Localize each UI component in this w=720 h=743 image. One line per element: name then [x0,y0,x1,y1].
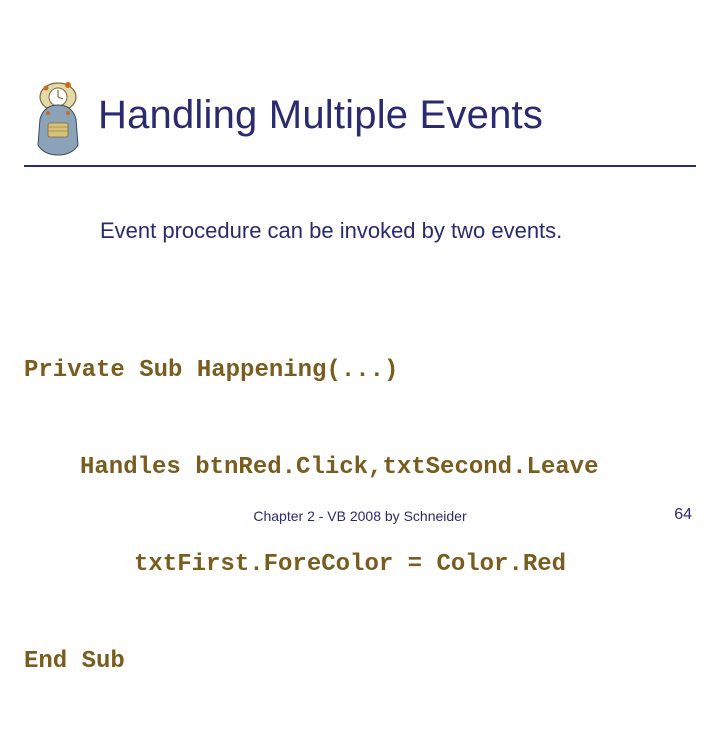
footer-center-text: Chapter 2 - VB 2008 by Schneider [0,508,720,524]
clock-face-logo-icon [24,71,86,159]
code-line-2: Handles btnRed.Click,txtSecond.Leave [24,452,696,484]
code-line-1: Private Sub Happening(...) [24,355,696,387]
slide-title: Handling Multiple Events [98,94,543,136]
code-line-3: txtFirst.ForeColor = Color.Red [24,549,696,581]
header-row: Handling Multiple Events [24,64,696,167]
page-number: 64 [674,506,692,524]
code-line-4: End Sub [24,646,696,678]
slide-subtitle: Event procedure can be invoked by two ev… [100,218,660,244]
slide: Handling Multiple Events Event procedure… [0,0,720,540]
